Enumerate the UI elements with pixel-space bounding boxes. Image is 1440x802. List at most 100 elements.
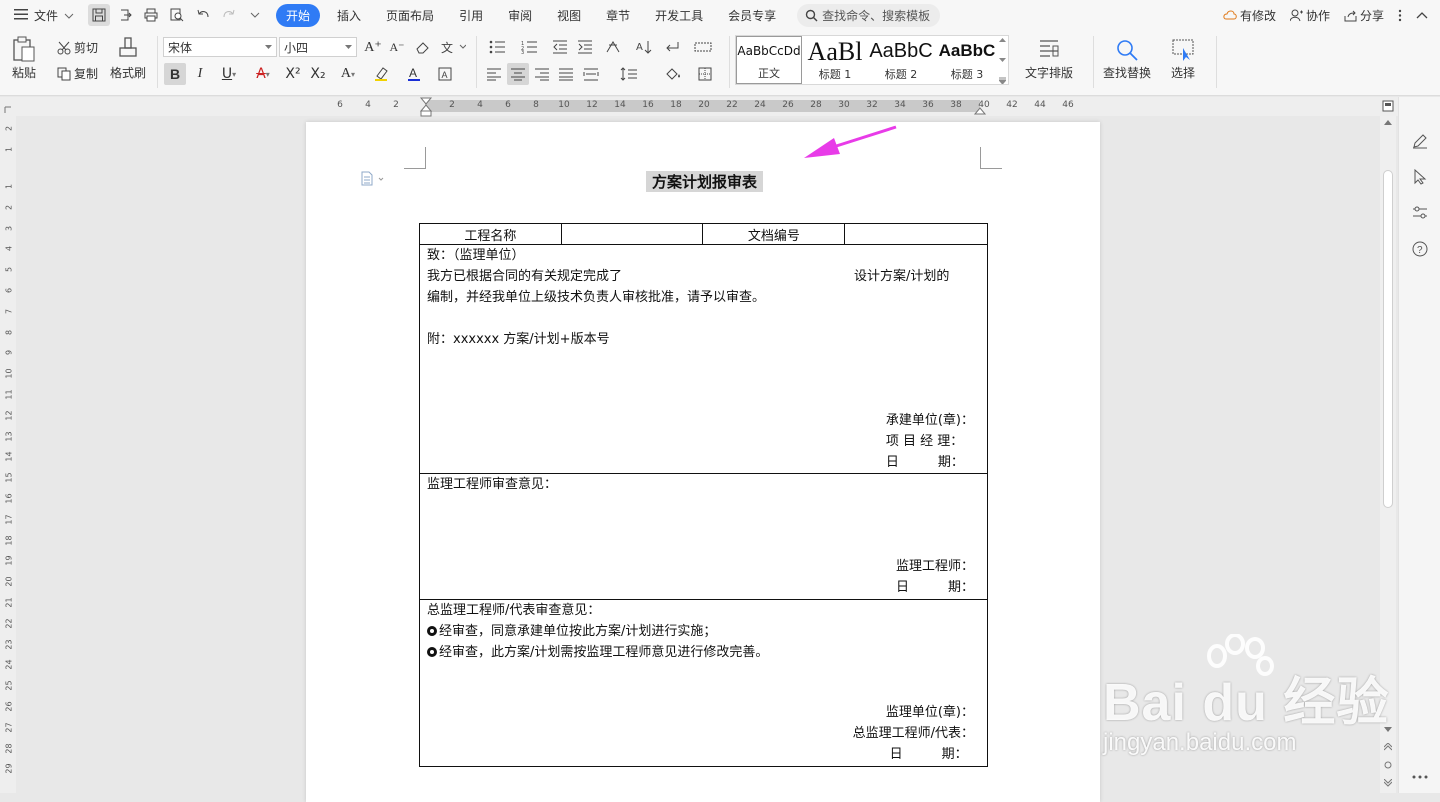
chinese-layout-button[interactable] [599,36,629,58]
shading-button[interactable] [658,63,688,85]
indent-marker-icon[interactable] [419,97,433,119]
style-heading-1[interactable]: AaBl 标题 1 [802,36,868,84]
copy-button[interactable]: 复制 [57,65,98,82]
format-painter-button[interactable]: 格式刷 [110,36,146,81]
style-heading-2[interactable]: AaBbC 标题 2 [868,36,934,84]
tab-references[interactable]: 引用 [451,4,491,27]
decrease-indent-button[interactable] [549,36,571,58]
font-size-select[interactable]: 小四 [279,37,357,57]
italic-button[interactable]: I [189,63,211,85]
text-layout-label: 文字排版 [1025,66,1074,80]
increase-indent-button[interactable] [574,36,596,58]
tab-page-layout[interactable]: 页面布局 [378,4,442,27]
style-gallery-scroll[interactable] [997,38,1007,84]
select-browse-object-icon[interactable] [1384,761,1392,769]
character-border-button[interactable]: A [434,63,456,85]
document-title[interactable]: 方案计划报审表 [646,171,764,192]
project-name-cell[interactable] [560,223,704,245]
select-button[interactable]: 选择 [1171,38,1195,81]
grow-font-button[interactable]: A⁺ [362,36,384,58]
chief-review-cell[interactable]: 总监理工程师/代表审查意见： 经审查，同意承建单位按此方案/计划进行实施； 经审… [419,599,988,767]
distributed-button[interactable] [580,63,602,85]
scroll-up-icon[interactable] [1384,120,1392,126]
numbered-list-icon: 123 [521,41,537,54]
customize-toolbar-button[interactable] [244,4,266,26]
tab-insert[interactable]: 插入 [329,4,369,27]
tab-developer[interactable]: 开发工具 [647,4,711,27]
file-menu-label: 文件 [34,8,59,23]
file-menu-button[interactable]: 文件 [0,7,82,24]
cut-button[interactable]: 剪切 [57,39,98,56]
text-layout-button[interactable]: 文字排版 [1025,38,1073,81]
line-spacing-button[interactable] [614,63,644,85]
share-icon [1344,10,1357,21]
font-name-select[interactable]: 宋体 [163,37,277,57]
scrollbar-thumb[interactable] [1383,170,1393,508]
undo-button[interactable] [192,4,214,26]
tab-member[interactable]: 会员专享 [720,4,784,27]
ruler-tick-label: 24 [754,100,766,110]
more-options-button[interactable] [1398,9,1402,22]
redo-button[interactable] [218,4,240,26]
print-button[interactable] [140,4,162,26]
right-indent-marker-icon[interactable] [974,106,986,116]
tab-section[interactable]: 章节 [598,4,638,27]
font-color-button[interactable]: A [400,63,430,85]
paste-button[interactable]: 粘贴 [12,36,36,81]
underline-button[interactable]: U ▾ [214,63,244,85]
select-objects-button[interactable] [1409,166,1431,188]
split-view-icon[interactable] [1382,100,1394,112]
ruler-toggle-icon[interactable] [4,106,12,114]
ruler-tick-label: 4 [477,100,483,110]
phonetic-icon: 文 [441,40,466,55]
next-page-icon[interactable] [1384,779,1392,787]
paragraph-layout-icon[interactable] [360,171,388,187]
borders-button[interactable] [692,63,722,85]
text-direction-button[interactable]: A [633,36,655,58]
shrink-font-button[interactable]: A⁻ [386,36,408,58]
help-button[interactable]: ? [1409,238,1431,260]
numbered-list-button[interactable]: 123 [515,36,545,58]
collapse-ribbon-button[interactable] [1416,11,1428,19]
doc-number-cell[interactable] [844,223,988,245]
show-marks-button[interactable] [658,36,688,58]
highlight-button[interactable] [367,63,397,85]
tab-view[interactable]: 视图 [549,4,589,27]
ruler-tick-label: 20 [698,100,710,110]
phonetic-guide-button[interactable]: 文 [438,36,468,58]
print-preview-button[interactable] [166,4,188,26]
style-normal[interactable]: AaBbCcDd 正文 [736,36,802,84]
output-pdf-button[interactable] [114,4,136,26]
tab-home[interactable]: 开始 [276,3,321,27]
command-search-input[interactable]: 查找命令、搜索模板 [797,3,941,27]
style-heading-3[interactable]: AaBbC 标题 3 [934,36,1000,84]
strikethrough-button[interactable]: A ▾ [248,63,278,85]
superscript-button[interactable]: X² [282,63,304,85]
find-replace-button[interactable]: 查找替换 [1103,38,1151,81]
edit-pen-button[interactable] [1409,130,1431,152]
share-button[interactable]: 分享 [1344,7,1384,24]
modified-status-button[interactable]: 有修改 [1223,7,1276,24]
justify-button[interactable] [555,63,577,85]
align-left-button[interactable] [483,63,505,85]
clear-format-button[interactable] [412,36,434,58]
document-page[interactable]: 方案计划报审表 工程名称 文档编号 致：（监理单位） 我方已根据合同的有关规定完… [306,122,1100,802]
bold-button[interactable]: B [164,63,186,85]
horizontal-ruler[interactable]: 6 4 2 2 4 6 8 10 12 14 16 18 20 22 24 26 28 30 32 34 36 38 40 4… [0,97,1440,119]
vertical-ruler[interactable]: 2 1 1 2 3 4 5 6 7 8 9 10 11 12 13 14 15 16 17 18 19 20 21 22 23 2… [0,116,16,793]
ruler-tick-label: 32 [866,100,878,110]
align-center-button[interactable] [507,63,529,85]
tab-review[interactable]: 审阅 [500,4,540,27]
vertical-ruler-tick-label: 22 [4,618,14,629]
text-effect-button[interactable]: A ▾ [333,63,363,85]
more-tools-button[interactable] [1409,766,1431,788]
submission-cell[interactable]: 致：（监理单位） 我方已根据合同的有关规定完成了 设计方案/计划的 编制，并经我… [419,244,988,474]
align-right-button[interactable] [531,63,553,85]
collaborate-button[interactable]: 协作 [1289,7,1330,24]
bullet-list-button[interactable] [483,36,513,58]
properties-button[interactable] [1409,202,1431,224]
engineer-review-cell[interactable]: 监理工程师审查意见： 监理工程师： 日 期： [419,473,988,600]
tab-stops-button[interactable] [692,36,714,58]
save-button[interactable] [88,4,111,26]
subscript-button[interactable]: X₂ [307,63,329,85]
